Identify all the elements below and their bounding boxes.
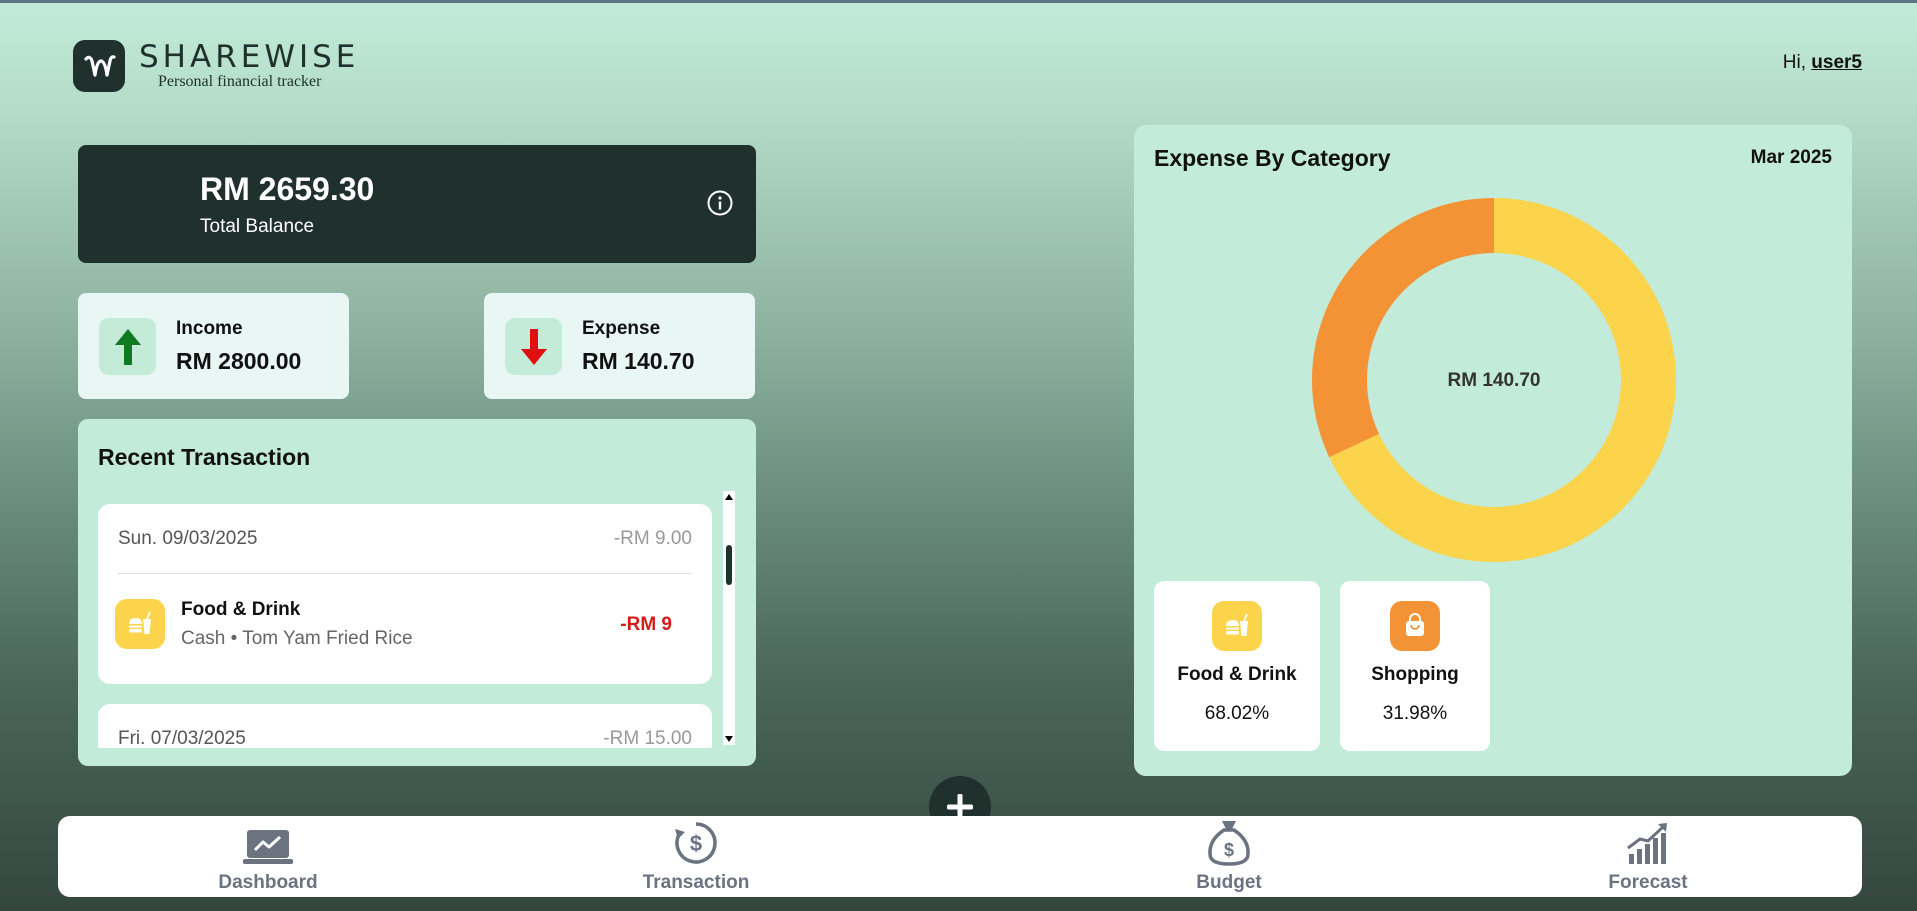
scroll-down-arrow-icon[interactable]	[725, 736, 733, 742]
recent-title: Recent Transaction	[98, 444, 311, 470]
transaction-icon: $	[673, 816, 719, 866]
greeting-text: Hi,	[1782, 52, 1807, 73]
food-drink-icon	[1212, 601, 1262, 651]
total-balance-card: RM 2659.30 Total Balance	[78, 145, 756, 263]
category-percentage: 31.98%	[1382, 703, 1448, 724]
category-name: Shopping	[1371, 664, 1459, 685]
scroll-up-arrow-icon[interactable]	[725, 494, 733, 500]
nav-dashboard[interactable]: Dashboard	[218, 816, 318, 897]
shopping-bag-icon	[1390, 601, 1440, 651]
nav-label: Budget	[1196, 872, 1262, 893]
transaction-description: Cash • Tom Yam Fried Rice	[181, 628, 413, 649]
expense-by-category-panel: Expense By Category Mar 2025 RM 140.70 F…	[1134, 125, 1852, 776]
transaction-date: Sun. 09/03/2025	[118, 527, 258, 549]
transaction-row[interactable]: Food & Drink Cash • Tom Yam Fried Rice -…	[115, 574, 692, 684]
donut-center-label: RM 140.70	[1448, 370, 1541, 391]
transaction-day-group: Fri. 07/03/2025 -RM 15.00	[98, 704, 712, 748]
transaction-day-group: Sun. 09/03/2025 -RM 9.00 Food & Drink Ca…	[98, 504, 712, 684]
expense-label: Expense	[582, 318, 661, 339]
bottom-navigation: Dashboard $ Transaction $ Budget Forecas…	[58, 816, 1862, 897]
nav-label: Dashboard	[218, 872, 318, 893]
brand-name: SHAREWISE	[139, 39, 360, 75]
donut-slice-shopping[interactable]	[1312, 198, 1494, 458]
scroll-thumb[interactable]	[726, 545, 732, 585]
category-card-shopping[interactable]: Shopping 31.98%	[1340, 581, 1490, 751]
expense-donut-chart: RM 140.70	[1312, 198, 1676, 562]
svg-text:$: $	[1224, 840, 1234, 860]
arrow-up-icon	[99, 318, 156, 375]
info-icon[interactable]	[706, 189, 734, 217]
category-card-food-drink[interactable]: Food & Drink 68.02%	[1154, 581, 1320, 751]
category-percentage: 68.02%	[1204, 703, 1270, 724]
user-greeting: Hi, user5	[1783, 52, 1862, 74]
category-month[interactable]: Mar 2025	[1751, 147, 1832, 169]
nav-transaction[interactable]: $ Transaction	[636, 816, 756, 897]
nav-label: Transaction	[642, 872, 750, 893]
income-card: Income RM 2800.00	[78, 293, 349, 399]
food-drink-icon	[115, 599, 165, 649]
username-link[interactable]: user5	[1811, 52, 1862, 73]
transaction-day-total: -RM 9.00	[613, 527, 692, 549]
income-label: Income	[176, 318, 243, 339]
balance-label: Total Balance	[200, 216, 315, 237]
category-panel-title: Expense By Category	[1154, 145, 1391, 171]
svg-text:$: $	[690, 831, 702, 856]
income-value: RM 2800.00	[176, 348, 302, 374]
transaction-day-total: -RM 15.00	[603, 727, 692, 749]
top-border	[0, 0, 1917, 3]
transaction-scrollbar[interactable]	[723, 491, 735, 745]
logo-mark-icon	[73, 40, 125, 92]
brand-tagline: Personal financial tracker	[158, 73, 322, 90]
transaction-list[interactable]: Sun. 09/03/2025 -RM 9.00 Food & Drink Ca…	[98, 504, 712, 748]
balance-amount: RM 2659.30	[200, 171, 375, 207]
expense-card: Expense RM 140.70	[484, 293, 755, 399]
budget-icon: $	[1207, 816, 1251, 866]
recent-transactions-panel: Recent Transaction Sun. 09/03/2025 -RM 9…	[78, 419, 756, 766]
expense-value: RM 140.70	[582, 348, 695, 374]
nav-budget[interactable]: $ Budget	[1179, 816, 1279, 897]
transaction-date: Fri. 07/03/2025	[118, 727, 246, 749]
forecast-icon	[1626, 816, 1670, 866]
app-logo[interactable]: SHAREWISE Personal financial tracker	[73, 40, 359, 92]
transaction-amount: -RM 9	[620, 614, 672, 635]
transaction-category: Food & Drink	[181, 599, 301, 620]
transaction-day-header: Sun. 09/03/2025 -RM 9.00	[118, 504, 692, 574]
nav-forecast[interactable]: Forecast	[1598, 816, 1698, 897]
dashboard-icon	[243, 816, 293, 866]
nav-label: Forecast	[1608, 872, 1688, 893]
transaction-day-header: Fri. 07/03/2025 -RM 15.00	[118, 704, 692, 749]
category-name: Food & Drink	[1177, 664, 1297, 685]
arrow-down-icon	[505, 318, 562, 375]
